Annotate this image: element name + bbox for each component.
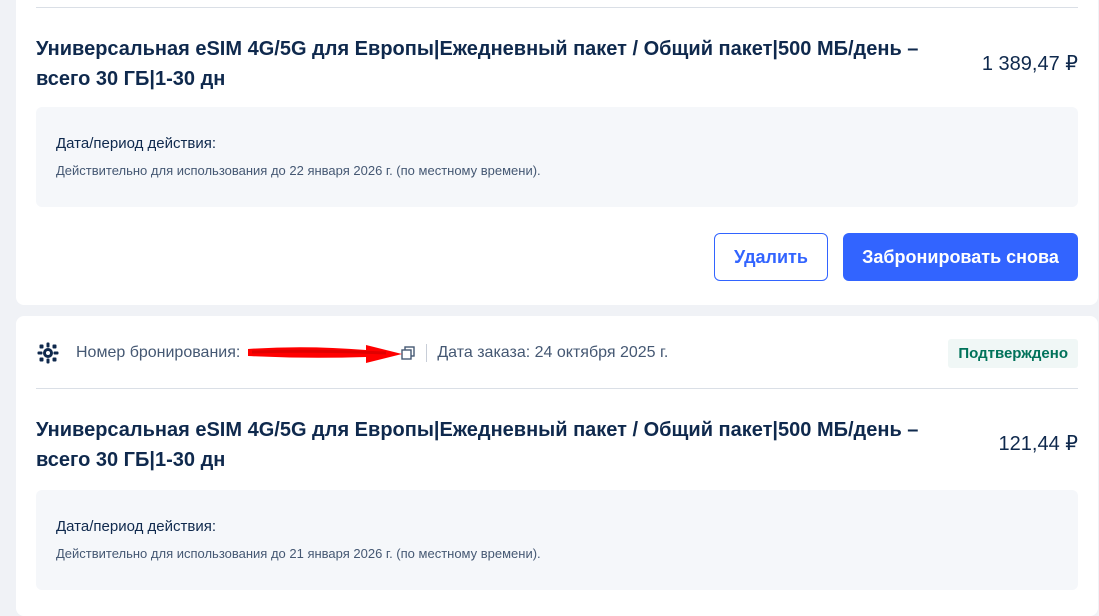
order-price: 1 389,47 ₽ [981, 53, 1078, 75]
meta-separator [426, 344, 428, 362]
validity-label: Дата/период действия: [56, 135, 216, 152]
order-price: 121,44 ₽ [998, 433, 1078, 455]
esim-logo-icon [37, 342, 59, 364]
delete-button[interactable]: Удалить [714, 233, 828, 281]
product-title: Универсальная eSIM 4G/5G для Европы|Ежед… [36, 38, 919, 90]
divider [36, 7, 1078, 8]
divider [36, 388, 1078, 389]
status-badge: Подтверждено [948, 338, 1078, 368]
rebook-button[interactable]: Забронировать снова [843, 233, 1078, 281]
order-meta-row: Номер бронирования: Дата заказа: 24 октя… [36, 336, 1078, 370]
validity-text: Действительно для использования до 21 ян… [56, 546, 541, 561]
redacted-booking-number [246, 343, 403, 363]
validity-text: Действительно для использования до 22 ян… [56, 163, 541, 178]
product-title: Универсальная eSIM 4G/5G для Европы|Ежед… [36, 419, 919, 471]
booking-number-label: Номер бронирования: [76, 344, 241, 361]
red-arrow-annotation [248, 345, 403, 363]
validity-box: Дата/период действия: Действительно для … [36, 107, 1078, 207]
validity-label: Дата/период действия: [56, 518, 216, 535]
order-card: Универсальная eSIM 4G/5G для Европы|Ежед… [16, 0, 1098, 305]
order-card: Номер бронирования: Дата заказа: 24 октя… [16, 316, 1098, 616]
order-date: Дата заказа: 24 октября 2025 г. [437, 344, 669, 361]
validity-box: Дата/период действия: Действительно для … [36, 490, 1078, 590]
